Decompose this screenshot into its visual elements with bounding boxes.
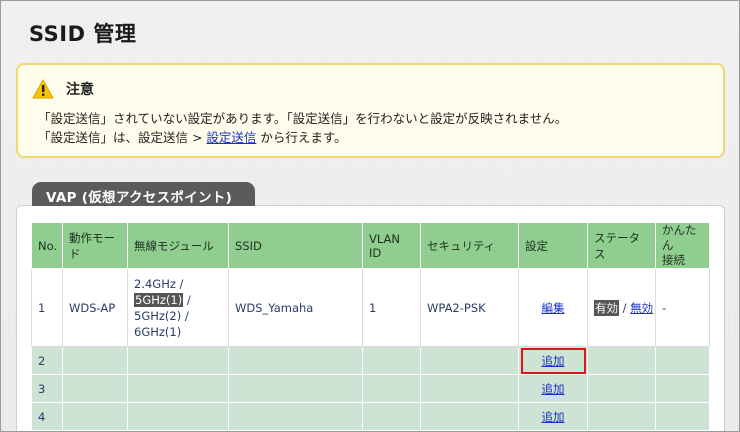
status-disable-link[interactable]: 無効 bbox=[630, 301, 653, 315]
cell-settings: 編集 bbox=[518, 268, 588, 347]
app-frame: SSID 管理 注意 「設定送信」されていない設定があります。「設定送信」を行わ… bbox=[0, 0, 740, 432]
warning-triangle-icon bbox=[32, 79, 54, 99]
module-5ghz1-line: 5GHz(1) / bbox=[134, 292, 222, 308]
module-24ghz: 2.4GHz / bbox=[134, 276, 184, 291]
table-row: 2 追加 bbox=[31, 346, 710, 375]
module-6ghz1: 6GHz(1) bbox=[134, 324, 182, 339]
module-5ghz2: 5GHz(2) / bbox=[134, 308, 189, 323]
col-header-security: セキュリティ bbox=[420, 222, 519, 269]
cell-security bbox=[420, 346, 519, 375]
col-header-settings: 設定 bbox=[518, 222, 588, 269]
cell-vlan-id bbox=[362, 374, 421, 403]
notice-hint-prefix: 「設定送信」は、設定送信 > bbox=[38, 130, 207, 145]
cell-module bbox=[127, 346, 229, 375]
cell-security bbox=[420, 374, 519, 403]
cell-ssid bbox=[228, 402, 363, 431]
cell-ssid: WDS_Yamaha bbox=[228, 268, 363, 347]
cell-vlan-id: 1 bbox=[362, 268, 421, 347]
cell-status: 有効 / 無効 bbox=[587, 268, 656, 347]
cell-settings: 追加 bbox=[518, 402, 588, 431]
cell-status bbox=[587, 374, 656, 403]
cell-mode bbox=[62, 346, 128, 375]
cell-mode: WDS-AP bbox=[62, 268, 128, 347]
status-enabled[interactable]: 有効 bbox=[594, 299, 619, 316]
cell-easy-connect bbox=[655, 346, 710, 375]
cell-mode bbox=[62, 402, 128, 431]
add-link[interactable]: 追加 bbox=[542, 354, 565, 368]
page-title: SSID 管理 bbox=[29, 22, 137, 46]
col-header-vlan-id: VLAN ID bbox=[362, 222, 421, 269]
notice-box: 注意 「設定送信」されていない設定があります。「設定送信」を行わないと設定が反映… bbox=[16, 63, 725, 158]
cell-security: WPA2-PSK bbox=[420, 268, 519, 347]
col-header-easy-connect: かんたん 接続 bbox=[655, 222, 710, 269]
cell-vlan-id bbox=[362, 402, 421, 431]
cell-vlan-id bbox=[362, 346, 421, 375]
notice-hint: 「設定送信」は、設定送信 > 設定送信 から行えます。 bbox=[38, 127, 347, 146]
edit-link[interactable]: 編集 bbox=[542, 301, 565, 315]
cell-settings: 追加 bbox=[518, 346, 588, 375]
table-header-row: No. 動作モード 無線モジュール SSID VLAN ID セキュリティ 設定… bbox=[31, 222, 710, 269]
vap-section-tab: VAP (仮想アクセスポイント) bbox=[32, 182, 255, 206]
col-header-status: ステータス bbox=[587, 222, 656, 269]
notice-header: 注意 bbox=[32, 79, 94, 99]
col-header-ssid: SSID bbox=[228, 222, 363, 269]
cell-module: 2.4GHz / 5GHz(1) / 5GHz(2) / 6GHz(1) bbox=[127, 268, 229, 347]
cell-status bbox=[587, 346, 656, 375]
table-row: 4 追加 bbox=[31, 402, 710, 431]
status-separator: / bbox=[619, 300, 631, 315]
send-settings-link[interactable]: 設定送信 bbox=[206, 130, 256, 145]
cell-no: 4 bbox=[31, 402, 63, 431]
add-highlight-box: 追加 bbox=[520, 347, 586, 374]
cell-no: 1 bbox=[31, 268, 63, 347]
notice-title: 注意 bbox=[66, 82, 94, 98]
module-separator: / bbox=[183, 292, 191, 307]
cell-no: 2 bbox=[31, 346, 63, 375]
notice-message: 「設定送信」されていない設定があります。「設定送信」を行わないと設定が反映されま… bbox=[38, 111, 568, 126]
cell-security bbox=[420, 402, 519, 431]
col-header-no: No. bbox=[31, 222, 63, 269]
cell-settings: 追加 bbox=[518, 374, 588, 403]
cell-easy-connect bbox=[655, 402, 710, 431]
cell-ssid bbox=[228, 374, 363, 403]
cell-module bbox=[127, 374, 229, 403]
cell-easy-connect: - bbox=[655, 268, 710, 347]
cell-easy-connect bbox=[655, 374, 710, 403]
notice-hint-suffix: から行えます。 bbox=[256, 130, 347, 145]
module-5ghz1: 5GHz(1) bbox=[134, 292, 184, 307]
cell-ssid bbox=[228, 346, 363, 375]
cell-mode bbox=[62, 374, 128, 403]
col-header-mode: 動作モード bbox=[62, 222, 128, 269]
cell-no: 3 bbox=[31, 374, 63, 403]
add-link[interactable]: 追加 bbox=[542, 382, 565, 396]
table-row: 1 WDS-AP 2.4GHz / 5GHz(1) / 5GHz(2) / 6G… bbox=[31, 268, 710, 347]
cell-status bbox=[587, 402, 656, 431]
cell-module bbox=[127, 402, 229, 431]
table-row: 3 追加 bbox=[31, 374, 710, 403]
col-header-module: 無線モジュール bbox=[127, 222, 229, 269]
vap-table: No. 動作モード 無線モジュール SSID VLAN ID セキュリティ 設定… bbox=[31, 222, 710, 431]
add-link[interactable]: 追加 bbox=[542, 410, 565, 424]
